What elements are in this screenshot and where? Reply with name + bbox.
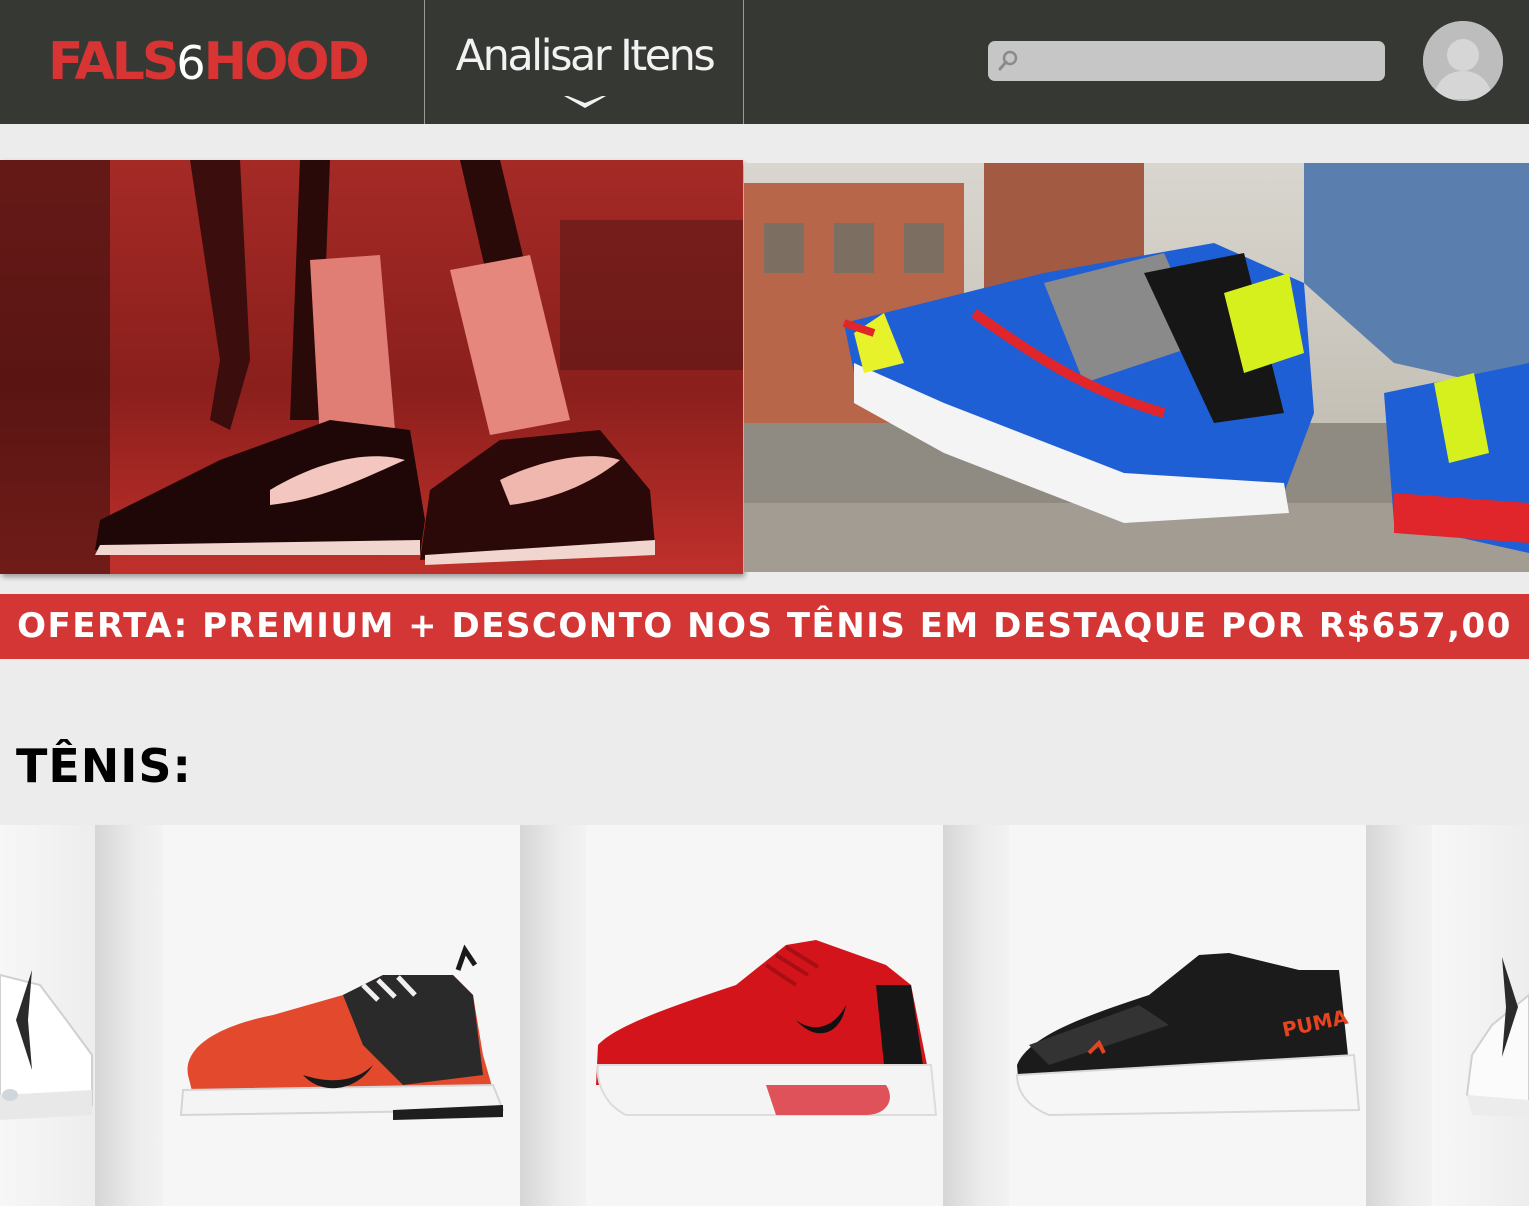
chevron-down-icon (564, 96, 606, 108)
section-title-tenis: TÊNIS: (16, 739, 192, 793)
sneaker-photo-red-tint (0, 160, 743, 574)
logo-text-part2: HOOD (203, 32, 370, 92)
brand-logo[interactable]: FALS6HOOD (48, 30, 370, 95)
nav-divider-left (424, 0, 425, 124)
carousel-gap (943, 825, 1009, 1206)
carousel-gap (1366, 825, 1432, 1206)
logo-text-part1: FALS (48, 32, 179, 92)
sneaker-black-puma: PUMA (1015, 953, 1361, 1117)
offer-banner-text: OFERTA: PREMIUM + DESCONTO NOS TÊNIS EM … (17, 606, 1512, 646)
carousel-gap (520, 825, 586, 1206)
sneaker-red-puma (596, 940, 938, 1116)
carousel-gap (95, 825, 163, 1206)
user-avatar-icon (1423, 21, 1503, 101)
nav-divider-right (743, 0, 744, 124)
chevron-right-icon[interactable] (1496, 957, 1522, 1057)
nav-analisar-itens[interactable]: Analisar Itens (426, 0, 743, 124)
hero-image-red-sneakers[interactable] (0, 160, 743, 574)
search-input[interactable] (1026, 41, 1376, 81)
product-carousel: PUMA (0, 825, 1529, 1206)
hero-banner (0, 160, 1529, 574)
nav-analisar-itens-label: Analisar Itens (455, 31, 716, 81)
user-avatar-button[interactable] (1423, 21, 1503, 101)
chevron-left-icon[interactable] (14, 970, 40, 1070)
product-card-3[interactable]: PUMA (1009, 825, 1366, 1206)
search-icon (998, 50, 1018, 71)
logo-text-six: 6 (176, 36, 205, 90)
top-navbar: FALS6HOOD Analisar Itens (0, 0, 1529, 124)
offer-banner[interactable]: OFERTA: PREMIUM + DESCONTO NOS TÊNIS EM … (0, 594, 1529, 659)
sneaker-orange-black (179, 944, 505, 1120)
search-bar[interactable] (988, 41, 1385, 81)
product-card-1[interactable] (163, 825, 520, 1206)
product-card-2[interactable] (586, 825, 943, 1206)
sneaker-photo-street (744, 163, 1529, 572)
hero-image-blue-sneakers[interactable] (744, 163, 1529, 572)
